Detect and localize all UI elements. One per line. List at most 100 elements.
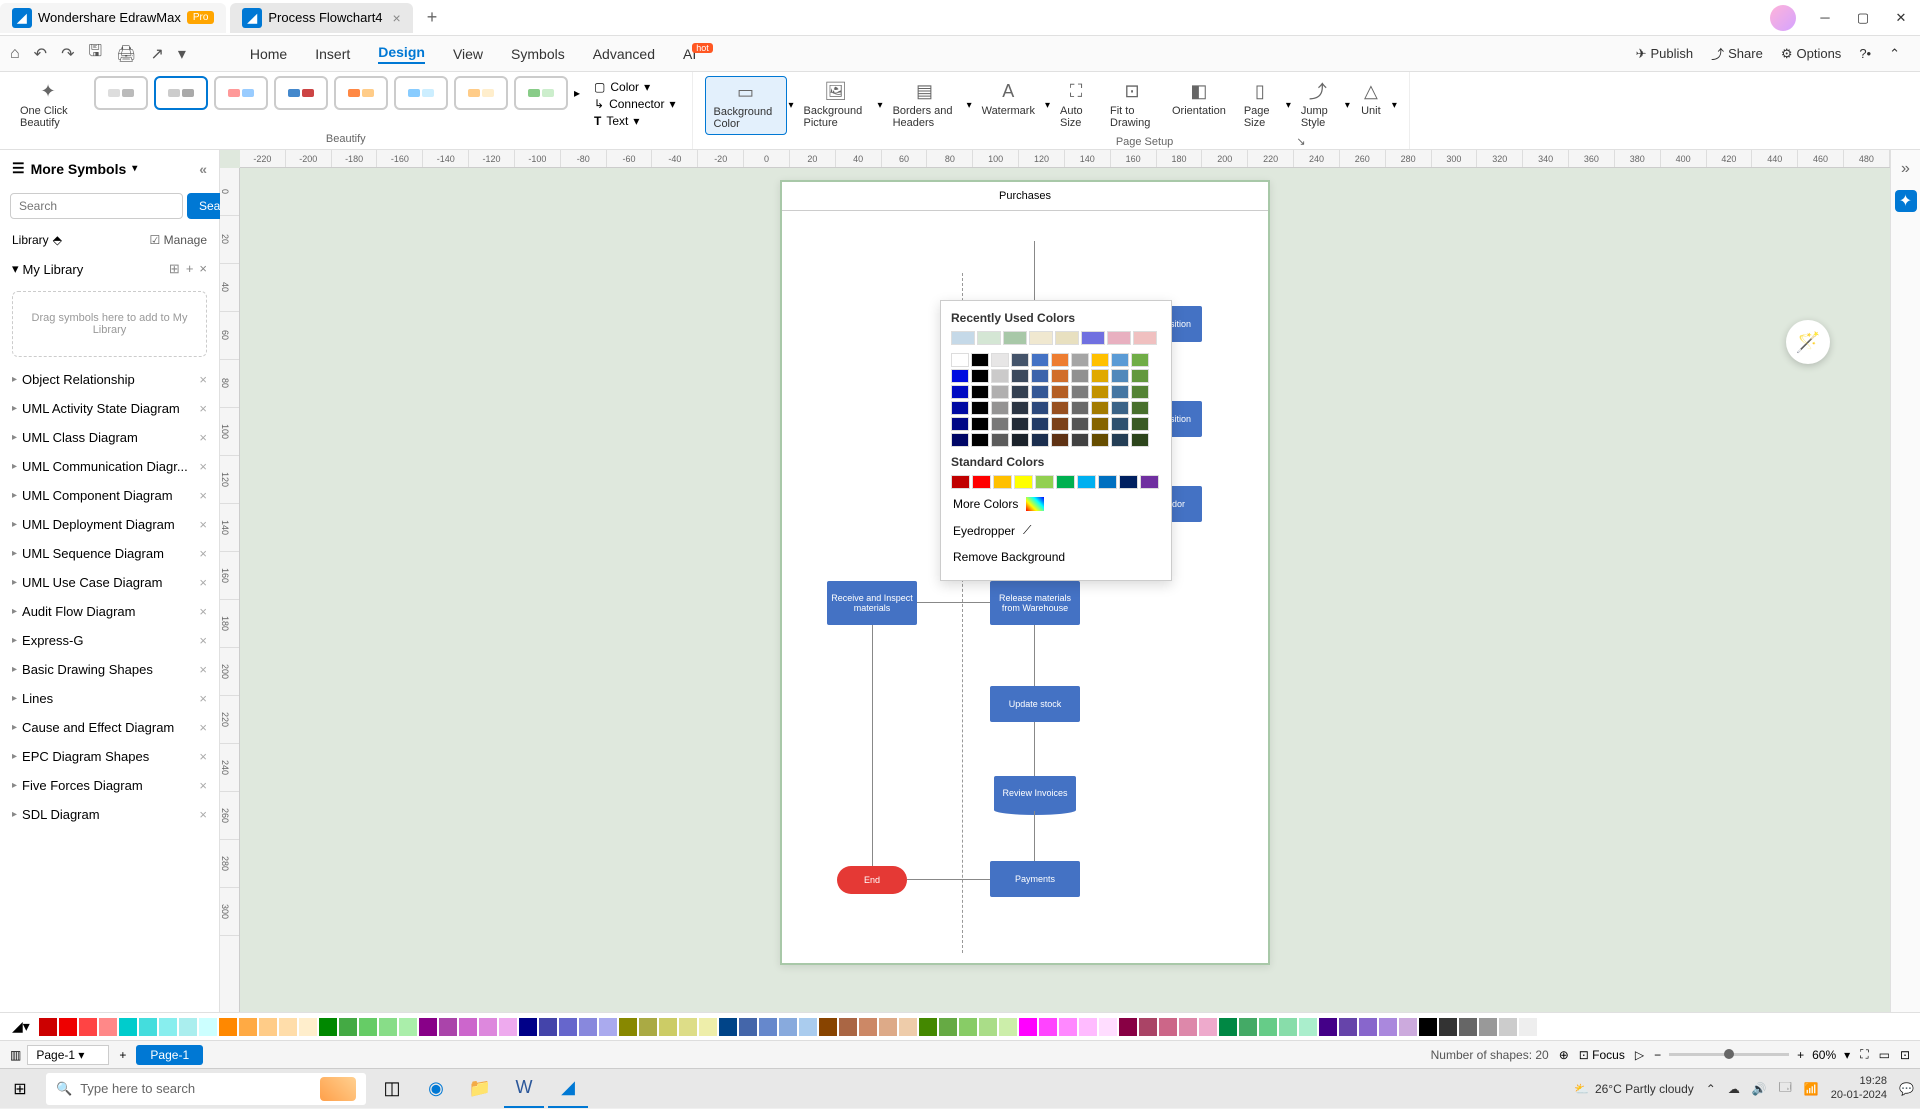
color-swatch[interactable] (1091, 353, 1109, 367)
category-item[interactable]: ▸UML Component Diagram× (0, 481, 219, 510)
strip-swatch[interactable] (1159, 1018, 1177, 1036)
page-size-button[interactable]: ▯Page Size (1236, 76, 1284, 135)
strip-swatch[interactable] (1279, 1018, 1297, 1036)
borders-headers-button[interactable]: ▤Borders and Headers (885, 76, 965, 135)
orientation-button[interactable]: ◧Orientation (1164, 76, 1234, 135)
strip-swatch[interactable] (859, 1018, 877, 1036)
text-dropdown[interactable]: T Text ▾ (594, 114, 675, 128)
watermark-dropdown[interactable]: ▾ (1045, 100, 1050, 111)
color-swatch[interactable] (971, 417, 989, 431)
color-swatch[interactable] (1051, 417, 1069, 431)
color-swatch[interactable] (1131, 401, 1149, 415)
manage-button[interactable]: ☑ Manage (150, 233, 207, 247)
collapse-sidebar-button[interactable]: « (199, 161, 207, 177)
library-pin-icon[interactable]: ⬘ (53, 233, 62, 247)
node-receive-inspect[interactable]: Receive and Inspect materials (827, 581, 917, 625)
strip-swatch[interactable] (559, 1018, 577, 1036)
color-swatch[interactable] (971, 385, 989, 399)
color-swatch[interactable] (1081, 331, 1105, 345)
strip-swatch[interactable] (839, 1018, 857, 1036)
add-shape-button[interactable]: ⊕ (1559, 1048, 1569, 1062)
redo-button[interactable]: ↷ (61, 44, 74, 64)
category-item[interactable]: ▸Express-G× (0, 626, 219, 655)
color-swatch[interactable] (1071, 433, 1089, 447)
node-update-stock[interactable]: Update stock (990, 686, 1080, 722)
close-category-icon[interactable]: × (199, 517, 207, 532)
close-lib-icon[interactable]: × (199, 261, 207, 277)
strip-swatch[interactable] (219, 1018, 237, 1036)
one-click-beautify-button[interactable]: ✦ One Click Beautify (12, 76, 84, 133)
category-item[interactable]: ▸UML Sequence Diagram× (0, 539, 219, 568)
theme-4[interactable] (274, 76, 328, 110)
color-swatch[interactable] (1051, 353, 1069, 367)
strip-swatch[interactable] (919, 1018, 937, 1036)
strip-swatch[interactable] (1039, 1018, 1057, 1036)
strip-swatch[interactable] (819, 1018, 837, 1036)
weather-widget[interactable]: ⛅ 26°C Partly cloudy (1574, 1082, 1694, 1096)
color-swatch[interactable] (1131, 417, 1149, 431)
color-swatch[interactable] (951, 353, 969, 367)
undo-button[interactable]: ↶ (34, 44, 47, 64)
save-button[interactable]: 🖫 (88, 40, 102, 67)
strip-swatch[interactable] (1399, 1018, 1417, 1036)
theme-3[interactable] (214, 76, 268, 110)
strip-swatch[interactable] (499, 1018, 517, 1036)
close-category-icon[interactable]: × (199, 662, 207, 677)
menu-ai[interactable]: AIhot (683, 46, 717, 62)
expand-right-button[interactable]: » (1895, 158, 1917, 180)
add-page-button[interactable]: + (119, 1048, 126, 1062)
edrawmax-taskbar-icon[interactable]: ◢ (548, 1070, 588, 1108)
my-library-row[interactable]: ▾ My Library ⊞ + × (0, 255, 219, 283)
zoom-slider[interactable] (1669, 1053, 1789, 1056)
node-end[interactable]: End (837, 866, 907, 894)
strip-swatch[interactable] (1079, 1018, 1097, 1036)
strip-swatch[interactable] (799, 1018, 817, 1036)
color-swatch[interactable] (1055, 331, 1079, 345)
color-swatch[interactable] (991, 433, 1009, 447)
color-swatch[interactable] (951, 369, 969, 383)
drop-zone[interactable]: Drag symbols here to add to My Library (12, 291, 207, 357)
category-item[interactable]: ▸UML Class Diagram× (0, 423, 219, 452)
theme-more-button[interactable]: ▸ (574, 86, 580, 100)
close-category-icon[interactable]: × (199, 459, 207, 474)
color-swatch[interactable] (1051, 401, 1069, 415)
export-button[interactable]: ↗ (150, 44, 163, 64)
color-swatch[interactable] (1111, 417, 1129, 431)
strip-swatch[interactable] (899, 1018, 917, 1036)
close-button[interactable]: ✕ (1882, 0, 1920, 36)
category-item[interactable]: ▸SDL Diagram× (0, 800, 219, 829)
maximize-button[interactable]: ▢ (1844, 0, 1882, 36)
color-swatch[interactable] (951, 433, 969, 447)
notifications-icon[interactable]: 💬 (1899, 1082, 1914, 1096)
document-tab[interactable]: ◢ Process Flowchart4 × (230, 3, 412, 33)
strip-swatch[interactable] (119, 1018, 137, 1036)
color-swatch[interactable] (1071, 353, 1089, 367)
color-swatch[interactable] (1071, 401, 1089, 415)
color-swatch[interactable] (1031, 385, 1049, 399)
color-swatch[interactable] (1140, 475, 1159, 489)
collapse-ribbon-button[interactable]: ⌃ (1889, 46, 1900, 62)
bgcolor-dropdown[interactable]: ▾ (789, 100, 794, 111)
fit-drawing-button[interactable]: ⊡Fit to Drawing (1102, 76, 1162, 135)
search-input[interactable] (10, 193, 183, 219)
color-swatch[interactable] (1011, 401, 1029, 415)
color-swatch[interactable] (1031, 353, 1049, 367)
options-button[interactable]: ⚙ Options (1781, 46, 1841, 62)
zoom-level[interactable]: 60% (1812, 1048, 1836, 1062)
strip-swatch[interactable] (1219, 1018, 1237, 1036)
strip-swatch[interactable] (99, 1018, 117, 1036)
app-tab[interactable]: ◢ Wondershare EdrawMax Pro (0, 3, 226, 33)
color-swatch[interactable] (1056, 475, 1075, 489)
start-button[interactable]: ⊞ (0, 1069, 40, 1109)
theme-7[interactable] (454, 76, 508, 110)
close-category-icon[interactable]: × (199, 372, 207, 387)
pages-icon[interactable]: ▥ (10, 1048, 21, 1062)
color-swatch[interactable] (1031, 417, 1049, 431)
close-tab-icon[interactable]: × (393, 10, 401, 26)
category-item[interactable]: ▸UML Use Case Diagram× (0, 568, 219, 597)
more-colors-button[interactable]: More Colors (951, 491, 1161, 517)
strip-swatch[interactable] (259, 1018, 277, 1036)
color-swatch[interactable] (1011, 385, 1029, 399)
color-swatch[interactable] (993, 475, 1012, 489)
menu-insert[interactable]: Insert (315, 46, 350, 62)
